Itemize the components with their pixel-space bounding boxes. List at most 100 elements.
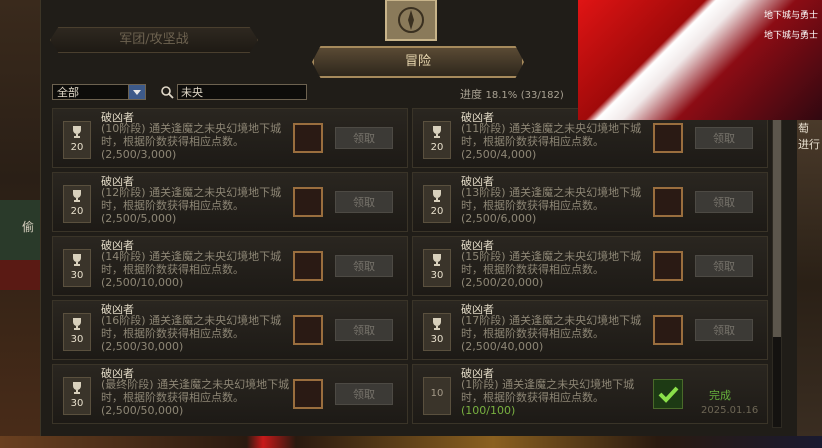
claim-button[interactable]: 领取 bbox=[695, 127, 753, 149]
chevron-down-icon[interactable] bbox=[128, 85, 145, 99]
achievement-card: 30 破凶者 (最终阶段) 通关逢魔之未央幻境地下城时，根据阶数获得相应点数。 … bbox=[52, 364, 408, 424]
claim-button[interactable]: 领取 bbox=[695, 255, 753, 277]
trophy-icon bbox=[73, 126, 81, 138]
left-side-text: 偷 bbox=[22, 220, 35, 234]
trophy-points: 20 bbox=[70, 206, 84, 217]
completed-date: 2025.01.16 bbox=[701, 405, 759, 416]
trophy-points: 20 bbox=[430, 142, 444, 153]
achievement-card: 30 破凶者 (14阶段) 通关逢魔之未央幻境地下城时，根据阶数获得相应点数。 … bbox=[52, 236, 408, 296]
claim-button[interactable]: 领取 bbox=[335, 255, 393, 277]
achievement-progress: (100/100) bbox=[461, 404, 516, 417]
trophy-badge: 20 bbox=[63, 121, 91, 159]
trophy-badge: 20 bbox=[63, 185, 91, 223]
achievement-progress: (2,500/6,000) bbox=[461, 212, 537, 225]
search-input[interactable]: 未央 bbox=[177, 84, 307, 100]
promo-logo-text-2: 地下城与勇士 bbox=[763, 31, 818, 41]
reward-icon[interactable] bbox=[293, 379, 323, 409]
claim-button[interactable]: 领取 bbox=[335, 383, 393, 405]
tab-legion-siege[interactable]: 军团/攻坚战 bbox=[50, 27, 258, 53]
trophy-badge: 10 bbox=[423, 377, 451, 415]
trophy-icon bbox=[73, 382, 81, 394]
reward-icon[interactable] bbox=[653, 187, 683, 217]
tab-adventure[interactable]: 冒险 bbox=[312, 46, 524, 78]
right-side-text-1: 萄 bbox=[798, 122, 809, 135]
reward-icon[interactable] bbox=[293, 123, 323, 153]
achievement-progress: (2,500/3,000) bbox=[101, 148, 177, 161]
achievement-description: (15阶段) 通关逢魔之未央幻境地下城时，根据阶数获得相应点数。 bbox=[461, 250, 642, 276]
trophy-badge: 30 bbox=[423, 249, 451, 287]
right-side-text-2: 进行 bbox=[798, 138, 820, 151]
reward-icon[interactable] bbox=[293, 251, 323, 281]
achievement-card: 30 破凶者 (16阶段) 通关逢魔之未央幻境地下城时，根据阶数获得相应点数。 … bbox=[52, 300, 408, 360]
achievement-card: 20 破凶者 (12阶段) 通关逢魔之未央幻境地下城时，根据阶数获得相应点数。 … bbox=[52, 172, 408, 232]
reward-icon[interactable] bbox=[653, 251, 683, 281]
achievement-description: (13阶段) 通关逢魔之未央幻境地下城时，根据阶数获得相应点数。 bbox=[461, 186, 642, 212]
achievement-description: (12阶段) 通关逢魔之未央幻境地下城时，根据阶数获得相应点数。 bbox=[101, 186, 282, 212]
achievement-description: (10阶段) 通关逢魔之未央幻境地下城时，根据阶数获得相应点数。 bbox=[101, 122, 282, 148]
achievement-progress: (2,500/20,000) bbox=[461, 276, 544, 289]
trophy-badge: 30 bbox=[423, 313, 451, 351]
achievement-progress: (2,500/5,000) bbox=[101, 212, 177, 225]
trophy-points: 30 bbox=[430, 334, 444, 345]
trophy-icon bbox=[73, 190, 81, 202]
trophy-badge: 20 bbox=[423, 185, 451, 223]
completed-label: 完成 bbox=[709, 389, 731, 402]
achievement-card-completed: 10 破凶者 (1阶段) 通关逢魔之未央幻境地下城时，根据阶数获得相应点数。 (… bbox=[412, 364, 768, 424]
trophy-icon bbox=[433, 126, 441, 138]
achievement-progress: (2,500/4,000) bbox=[461, 148, 537, 161]
claim-button[interactable]: 领取 bbox=[335, 319, 393, 341]
achievement-description: (1阶段) 通关逢魔之未央幻境地下城时，根据阶数获得相应点数。 bbox=[461, 378, 635, 404]
trophy-icon bbox=[433, 190, 441, 202]
completed-check-icon bbox=[653, 379, 683, 409]
trophy-badge: 30 bbox=[63, 313, 91, 351]
achievement-card: 30 破凶者 (15阶段) 通关逢魔之未央幻境地下城时，根据阶数获得相应点数。 … bbox=[412, 236, 768, 296]
achievement-description: (11阶段) 通关逢魔之未央幻境地下城时，根据阶数获得相应点数。 bbox=[461, 122, 642, 148]
reward-icon[interactable] bbox=[293, 187, 323, 217]
scroll-emblem-icon bbox=[385, 0, 437, 41]
progress-percent: 18.1% bbox=[485, 90, 518, 101]
trophy-points: 20 bbox=[430, 206, 444, 217]
claim-button[interactable]: 领取 bbox=[695, 319, 753, 341]
achievement-progress: (2,500/10,000) bbox=[101, 276, 184, 289]
progress-count: (33/182) bbox=[520, 90, 564, 101]
reward-icon[interactable] bbox=[653, 315, 683, 345]
trophy-badge: 30 bbox=[63, 249, 91, 287]
scrollbar-thumb[interactable] bbox=[773, 109, 781, 337]
claim-button[interactable]: 领取 bbox=[335, 191, 393, 213]
list-scrollbar[interactable] bbox=[772, 108, 782, 428]
trophy-points: 30 bbox=[70, 334, 84, 345]
right-background: 萄 进行 bbox=[796, 120, 822, 448]
trophy-points: 20 bbox=[70, 142, 84, 153]
achievement-description: (16阶段) 通关逢魔之未央幻境地下城时，根据阶数获得相应点数。 bbox=[101, 314, 282, 340]
promo-banner[interactable]: 地下城与勇士 地下城与勇士 bbox=[578, 0, 822, 120]
trophy-icon bbox=[73, 318, 81, 330]
trophy-badge: 30 bbox=[63, 377, 91, 415]
achievement-card: 20 破凶者 (13阶段) 通关逢魔之未央幻境地下城时，根据阶数获得相应点数。 … bbox=[412, 172, 768, 232]
reward-icon[interactable] bbox=[653, 123, 683, 153]
search-icon bbox=[161, 86, 174, 99]
progress-label: 进度 bbox=[460, 88, 482, 101]
trophy-icon bbox=[433, 254, 441, 266]
game-hotbar bbox=[0, 436, 822, 448]
achievement-progress: (2,500/40,000) bbox=[461, 340, 544, 353]
trophy-points: 30 bbox=[430, 270, 444, 281]
reward-icon[interactable] bbox=[293, 315, 323, 345]
achievement-card: 20 破凶者 (10阶段) 通关逢魔之未央幻境地下城时，根据阶数获得相应点数。 … bbox=[52, 108, 408, 168]
trophy-points: 10 bbox=[430, 388, 444, 399]
claim-button[interactable]: 领取 bbox=[335, 127, 393, 149]
achievement-progress: (2,500/50,000) bbox=[101, 404, 184, 417]
category-select-value: 全部 bbox=[57, 86, 79, 99]
trophy-icon bbox=[433, 318, 441, 330]
trophy-points: 30 bbox=[70, 398, 84, 409]
category-select[interactable]: 全部 bbox=[52, 84, 146, 100]
promo-logo-text: 地下城与勇士 bbox=[763, 11, 818, 21]
trophy-icon bbox=[73, 254, 81, 266]
claim-button[interactable]: 领取 bbox=[695, 191, 753, 213]
achievement-description: (14阶段) 通关逢魔之未央幻境地下城时，根据阶数获得相应点数。 bbox=[101, 250, 282, 276]
trophy-points: 30 bbox=[70, 270, 84, 281]
achievement-card: 30 破凶者 (17阶段) 通关逢魔之未央幻境地下城时，根据阶数获得相应点数。 … bbox=[412, 300, 768, 360]
achievement-description: (最终阶段) 通关逢魔之未央幻境地下城时，根据阶数获得相应点数。 bbox=[101, 378, 290, 404]
achievement-progress: (2,500/30,000) bbox=[101, 340, 184, 353]
trophy-badge: 20 bbox=[423, 121, 451, 159]
progress-readout: 进度 18.1% (33/182) bbox=[460, 86, 564, 102]
